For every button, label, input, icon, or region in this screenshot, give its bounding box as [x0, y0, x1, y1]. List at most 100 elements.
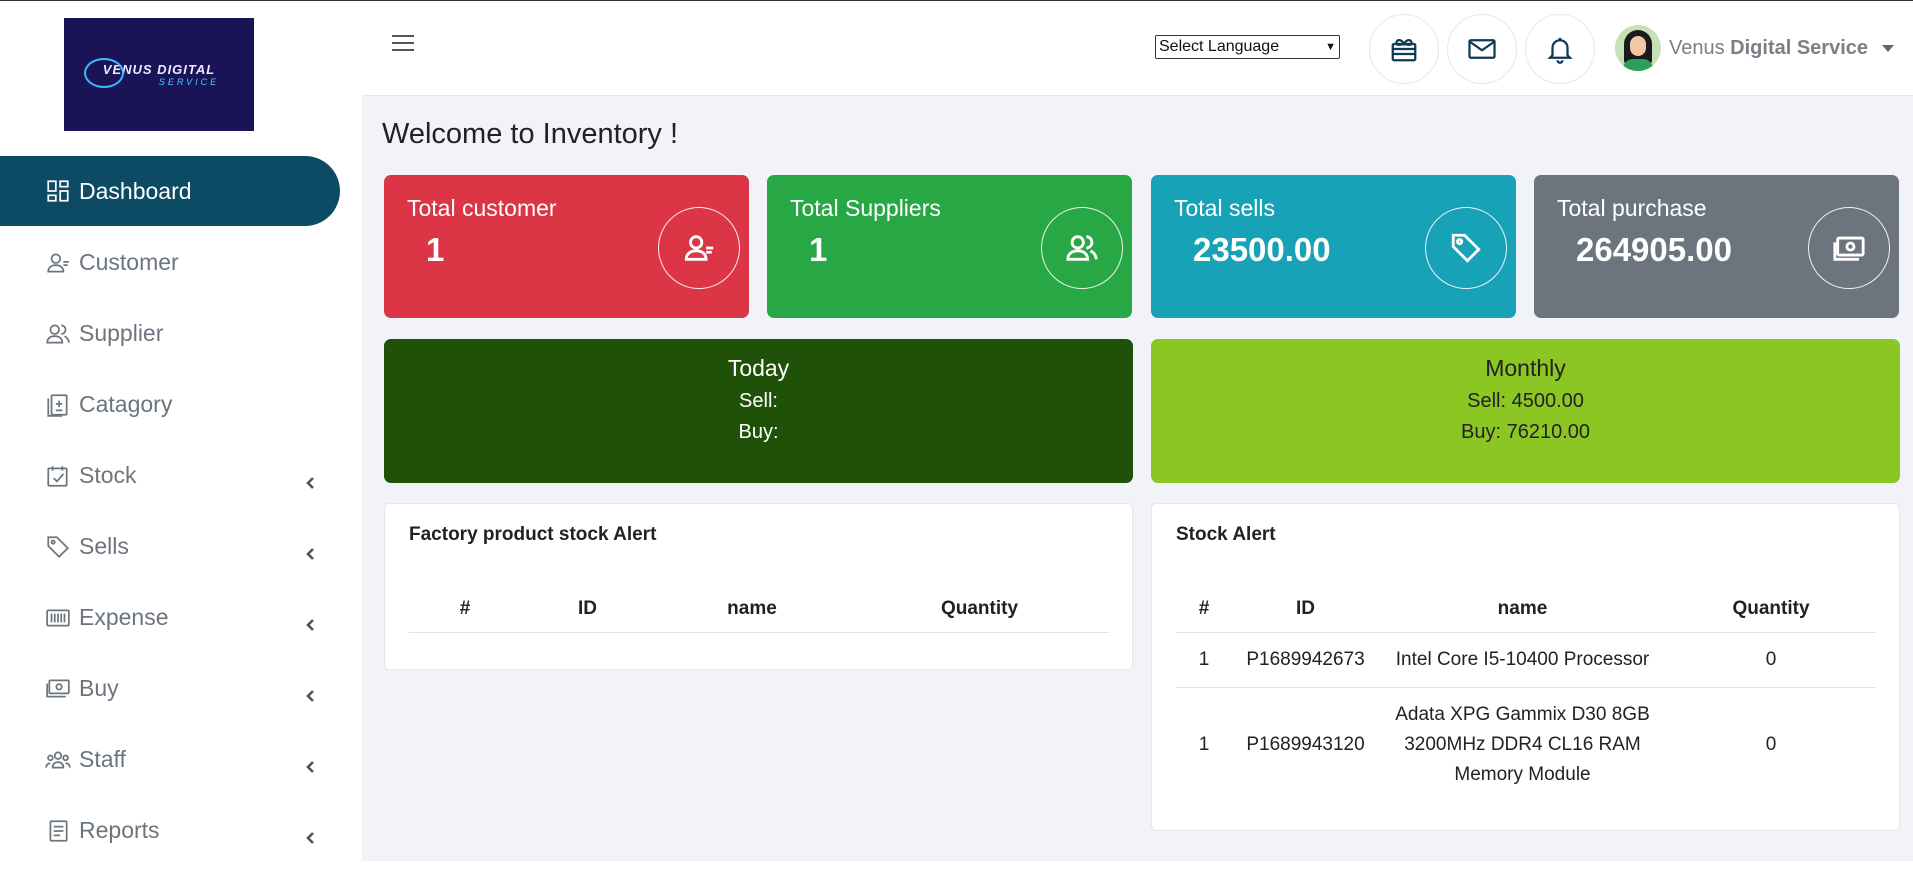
sidebar-item-reports[interactable]: Reports — [0, 795, 340, 866]
logo-ring-icon — [84, 58, 124, 88]
monthly-sell: Sell: 4500.00 — [1467, 390, 1584, 412]
user-icon — [658, 207, 740, 289]
table-header-row: # ID name Quantity — [409, 586, 1109, 633]
language-select[interactable]: Select Language ▼ — [1155, 35, 1340, 59]
stat-label: Total customer — [407, 195, 557, 221]
factory-stock-alert-card: Factory product stock Alert # ID name Qu… — [384, 503, 1133, 670]
table-row: 1 P1689943120 Adata XPG Gammix D30 8GB 3… — [1176, 687, 1876, 802]
users-icon — [44, 320, 71, 347]
sidebar-item-label: Staff — [79, 746, 126, 772]
chevron-left-icon — [304, 611, 318, 631]
top-navbar: Select Language ▼ Venus Digital Service — [362, 1, 1913, 96]
sidebar-item-label: Dashboard — [79, 177, 192, 204]
monthly-summary-card: Monthly Sell: 4500.00 Buy: 76210.00 — [1151, 339, 1900, 483]
chevron-left-icon — [304, 682, 318, 702]
stat-card-purchase[interactable]: Total purchase 264905.00 — [1534, 175, 1899, 318]
clipboard-icon — [44, 391, 71, 418]
factory-stock-table: # ID name Quantity — [409, 586, 1109, 633]
stat-card-customers[interactable]: Total customer 1 — [384, 175, 749, 318]
sidebar-item-staff[interactable]: Staff — [0, 724, 340, 795]
monthly-title: Monthly — [1485, 355, 1566, 381]
stat-value: 1 — [426, 231, 445, 268]
main-content: Welcome to Inventory ! Total customer 1 … — [362, 96, 1913, 861]
chevron-left-icon — [304, 469, 318, 489]
money-icon — [44, 675, 71, 702]
sidebar-item-catagory[interactable]: Catagory — [0, 369, 340, 440]
sidebar-item-label: Sells — [79, 533, 129, 559]
user-name-first: Venus — [1669, 36, 1725, 59]
column-header: name — [654, 586, 850, 633]
sidebar-item-label: Expense — [79, 604, 169, 630]
tag-icon — [1425, 207, 1507, 289]
stat-label: Total Suppliers — [790, 195, 941, 221]
cell-name: Adata XPG Gammix D30 8GB 3200MHz DDR4 CL… — [1395, 703, 1650, 785]
notification-button[interactable] — [1525, 14, 1595, 84]
today-sell: Sell: — [739, 390, 778, 412]
column-header: ID — [1232, 586, 1379, 633]
stat-label: Total sells — [1174, 195, 1275, 221]
column-header: # — [409, 586, 521, 633]
today-title: Today — [727, 355, 790, 381]
mail-button[interactable] — [1447, 14, 1517, 84]
dashboard-icon — [44, 178, 71, 205]
sidebar-item-supplier[interactable]: Supplier — [0, 298, 340, 369]
avatar — [1615, 25, 1661, 71]
gift-card-button[interactable] — [1369, 14, 1439, 84]
caret-down-icon — [1882, 44, 1895, 52]
column-header: name — [1379, 586, 1666, 633]
logo-sub-text: SERVICE — [158, 77, 220, 87]
sidebar-item-label: Customer — [79, 249, 179, 275]
column-header: ID — [521, 586, 654, 633]
barcode-icon — [44, 604, 71, 631]
table-row: 1 P1689942673 Intel Core I5-10400 Proces… — [1176, 632, 1876, 688]
user-menu[interactable]: Venus Digital Service — [1615, 25, 1895, 71]
cell-no: 1 — [1198, 733, 1210, 755]
sidebar-item-sells[interactable]: Sells — [0, 511, 340, 582]
sidebar-item-label: Buy — [79, 675, 119, 701]
users-icon — [1041, 207, 1123, 289]
tag-icon — [44, 533, 71, 560]
sidebar-item-dashboard[interactable]: Dashboard — [0, 156, 340, 226]
cell-id: P1689942673 — [1232, 632, 1379, 688]
cell-qty: 0 — [1666, 632, 1876, 688]
sidebar-nav: Dashboard Customer Supplier Catagory Sto… — [0, 156, 340, 866]
chevron-left-icon — [304, 824, 318, 844]
stat-card-sells[interactable]: Total sells 23500.00 — [1151, 175, 1516, 318]
card-title: Stock Alert — [1176, 524, 1276, 545]
page-title: Welcome to Inventory ! — [382, 118, 679, 150]
stat-card-suppliers[interactable]: Total Suppliers 1 — [767, 175, 1132, 318]
column-header: Quantity — [1666, 586, 1876, 633]
card-title: Factory product stock Alert — [409, 524, 657, 545]
sidebar-item-buy[interactable]: Buy — [0, 653, 340, 724]
sidebar-item-expense[interactable]: Expense — [0, 582, 340, 653]
stat-value: 264905.00 — [1576, 231, 1732, 268]
sidebar-item-customer[interactable]: Customer — [0, 227, 340, 298]
bell-icon — [1547, 37, 1573, 64]
user-name-rest: Digital Service — [1730, 36, 1869, 59]
sidebar-item-label: Stock — [79, 462, 137, 488]
sidebar: VENUS DIGITAL SERVICE Dashboard Customer… — [0, 1, 362, 892]
brand-logo[interactable]: VENUS DIGITAL SERVICE — [64, 18, 254, 131]
gift-card-icon — [1391, 38, 1417, 62]
cell-id: P1689943120 — [1246, 733, 1365, 755]
user-icon — [44, 249, 71, 276]
chevron-left-icon — [304, 540, 318, 560]
sidebar-item-label: Catagory — [79, 391, 173, 417]
today-summary-card: Today Sell: Buy: — [384, 339, 1133, 483]
menu-toggle-icon[interactable] — [392, 35, 414, 53]
user-name: Venus Digital Service — [1669, 37, 1868, 60]
sidebar-item-stock[interactable]: Stock — [0, 440, 340, 511]
team-icon — [44, 746, 71, 773]
mail-icon — [1468, 39, 1496, 59]
stock-alert-card: Stock Alert # ID name Quantity 1 P168994… — [1151, 503, 1900, 831]
stat-label: Total purchase — [1557, 195, 1707, 221]
language-select-value: Select Language — [1159, 38, 1280, 55]
cell-no: 1 — [1176, 632, 1232, 688]
sidebar-item-label: Supplier — [79, 320, 164, 346]
cell-qty: 0 — [1765, 733, 1777, 755]
sidebar-item-label: Reports — [79, 817, 160, 843]
report-icon — [44, 817, 71, 844]
column-header: # — [1176, 586, 1232, 633]
stat-value: 23500.00 — [1193, 231, 1331, 268]
money-icon — [1808, 207, 1890, 289]
